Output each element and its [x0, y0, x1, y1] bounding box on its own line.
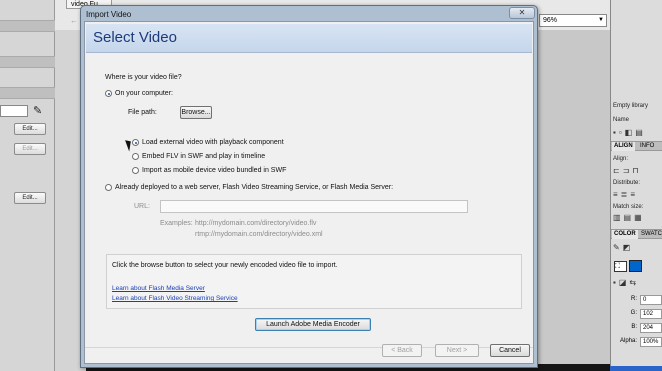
radio-web-server[interactable]	[105, 184, 112, 191]
panel-section-bar	[0, 56, 55, 68]
dialog-content: Select Video Where is your video file? O…	[84, 21, 534, 364]
edit-button[interactable]: Edit...	[14, 143, 46, 155]
pencil-icon[interactable]: ✎	[33, 104, 42, 117]
library-name-header[interactable]: Name	[613, 117, 629, 123]
fill-color-swatch[interactable]	[629, 260, 642, 272]
radio-load-external[interactable]	[132, 139, 139, 146]
info-text: Click the browse button to select your n…	[112, 262, 338, 269]
r-input[interactable]: 0	[640, 295, 662, 305]
alpha-input[interactable]: 100%	[640, 337, 662, 347]
library-toolbar-icons[interactable]: ▪▫◧▤	[613, 128, 646, 137]
tab-swatches[interactable]: SWATC	[639, 230, 662, 239]
panel-header	[0, 20, 55, 32]
tab-align[interactable]: ALIGN	[612, 142, 635, 151]
stage-area	[538, 30, 610, 371]
align-buttons[interactable]: ⊏⊐⊓	[613, 166, 642, 175]
stroke-color-icons[interactable]: ✎◩	[613, 243, 633, 252]
url-label: URL:	[134, 203, 150, 210]
library-empty-label: Empty library	[613, 103, 649, 109]
file-path-label: File path:	[128, 109, 157, 116]
back-button[interactable]: < Back	[382, 344, 422, 357]
instance-name-field[interactable]	[0, 105, 28, 117]
example-rtmp: rtmp://mydomain.com/directory/video.xml	[195, 231, 323, 238]
radio-on-computer[interactable]	[105, 90, 112, 97]
close-icon[interactable]: ✕	[509, 7, 535, 19]
dialog-header: Select Video	[86, 24, 532, 53]
match-size-label: Match size:	[613, 204, 644, 210]
info-panel: Click the browse button to select your n…	[106, 254, 522, 309]
edit-button[interactable]: Edit...	[14, 192, 46, 204]
chevron-down-icon: ▼	[598, 17, 604, 23]
edit-button[interactable]: Edit...	[14, 123, 46, 135]
panel-section-bar	[0, 87, 55, 99]
match-size-buttons[interactable]: ▥▤▦	[613, 213, 645, 222]
swap-colors-icons[interactable]: ▪◪⇆	[613, 278, 639, 287]
alpha-label: Alpha:	[619, 338, 637, 344]
distribute-label: Distribute:	[613, 180, 641, 186]
cancel-button[interactable]: Cancel	[490, 344, 530, 357]
link-flash-video-streaming[interactable]: Learn about Flash Video Streaming Servic…	[112, 295, 238, 302]
b-label: B:	[631, 324, 637, 330]
right-panels: Empty library Name ▪▫◧▤ ALIGN INFO Align…	[610, 0, 662, 371]
back-arrow-icon[interactable]: ←	[70, 16, 78, 25]
tab-info[interactable]: INFO	[638, 142, 656, 151]
zoom-select[interactable]: 96% ▼	[539, 14, 607, 27]
g-input[interactable]: 102	[640, 309, 662, 319]
page-title: Select Video	[93, 29, 177, 46]
color-spectrum-bar[interactable]	[610, 366, 662, 371]
align-info-tabs: ALIGN INFO	[611, 141, 662, 151]
url-input[interactable]	[160, 200, 468, 213]
radio-load-external-label[interactable]: Load external video with playback compon…	[142, 139, 284, 146]
next-button[interactable]: Next >	[435, 344, 479, 357]
link-flash-media-server[interactable]: Learn about Flash Media Server	[112, 285, 205, 292]
examples-label: Examples:	[160, 220, 193, 227]
distribute-buttons[interactable]: ≡≣≡	[613, 190, 638, 199]
r-label: R:	[631, 296, 637, 302]
zoom-value: 96%	[543, 17, 558, 24]
import-video-dialog: Import Video ✕ Select Video Where is you…	[80, 5, 538, 368]
radio-import-mobile-label[interactable]: Import as mobile device video bundled in…	[142, 167, 286, 174]
radio-web-server-label[interactable]: Already deployed to a web server, Flash …	[115, 184, 393, 191]
dialog-title: Import Video	[86, 10, 132, 19]
radio-embed-flv-label[interactable]: Embed FLV in SWF and play in timeline	[142, 153, 265, 160]
align-label: Align:	[613, 156, 629, 162]
radio-import-mobile[interactable]	[132, 167, 139, 174]
radio-embed-flv[interactable]	[132, 153, 139, 160]
source-question: Where is your video file?	[105, 74, 182, 81]
properties-panel: ✎ Edit... Edit... Edit...	[0, 0, 55, 371]
launch-encoder-button[interactable]: Launch Adobe Media Encoder	[255, 318, 371, 331]
browse-button[interactable]: Browse...	[180, 106, 212, 119]
paint-bucket-icon[interactable]: ⛶	[614, 261, 627, 272]
radio-on-computer-label[interactable]: On your computer:	[115, 90, 173, 97]
tab-color[interactable]: COLOR	[612, 230, 638, 239]
g-label: G:	[630, 310, 637, 316]
b-input[interactable]: 204	[640, 323, 662, 333]
example-http: http://mydomain.com/directory/video.flv	[195, 220, 317, 227]
color-swatch-tabs: COLOR SWATC	[611, 229, 662, 239]
